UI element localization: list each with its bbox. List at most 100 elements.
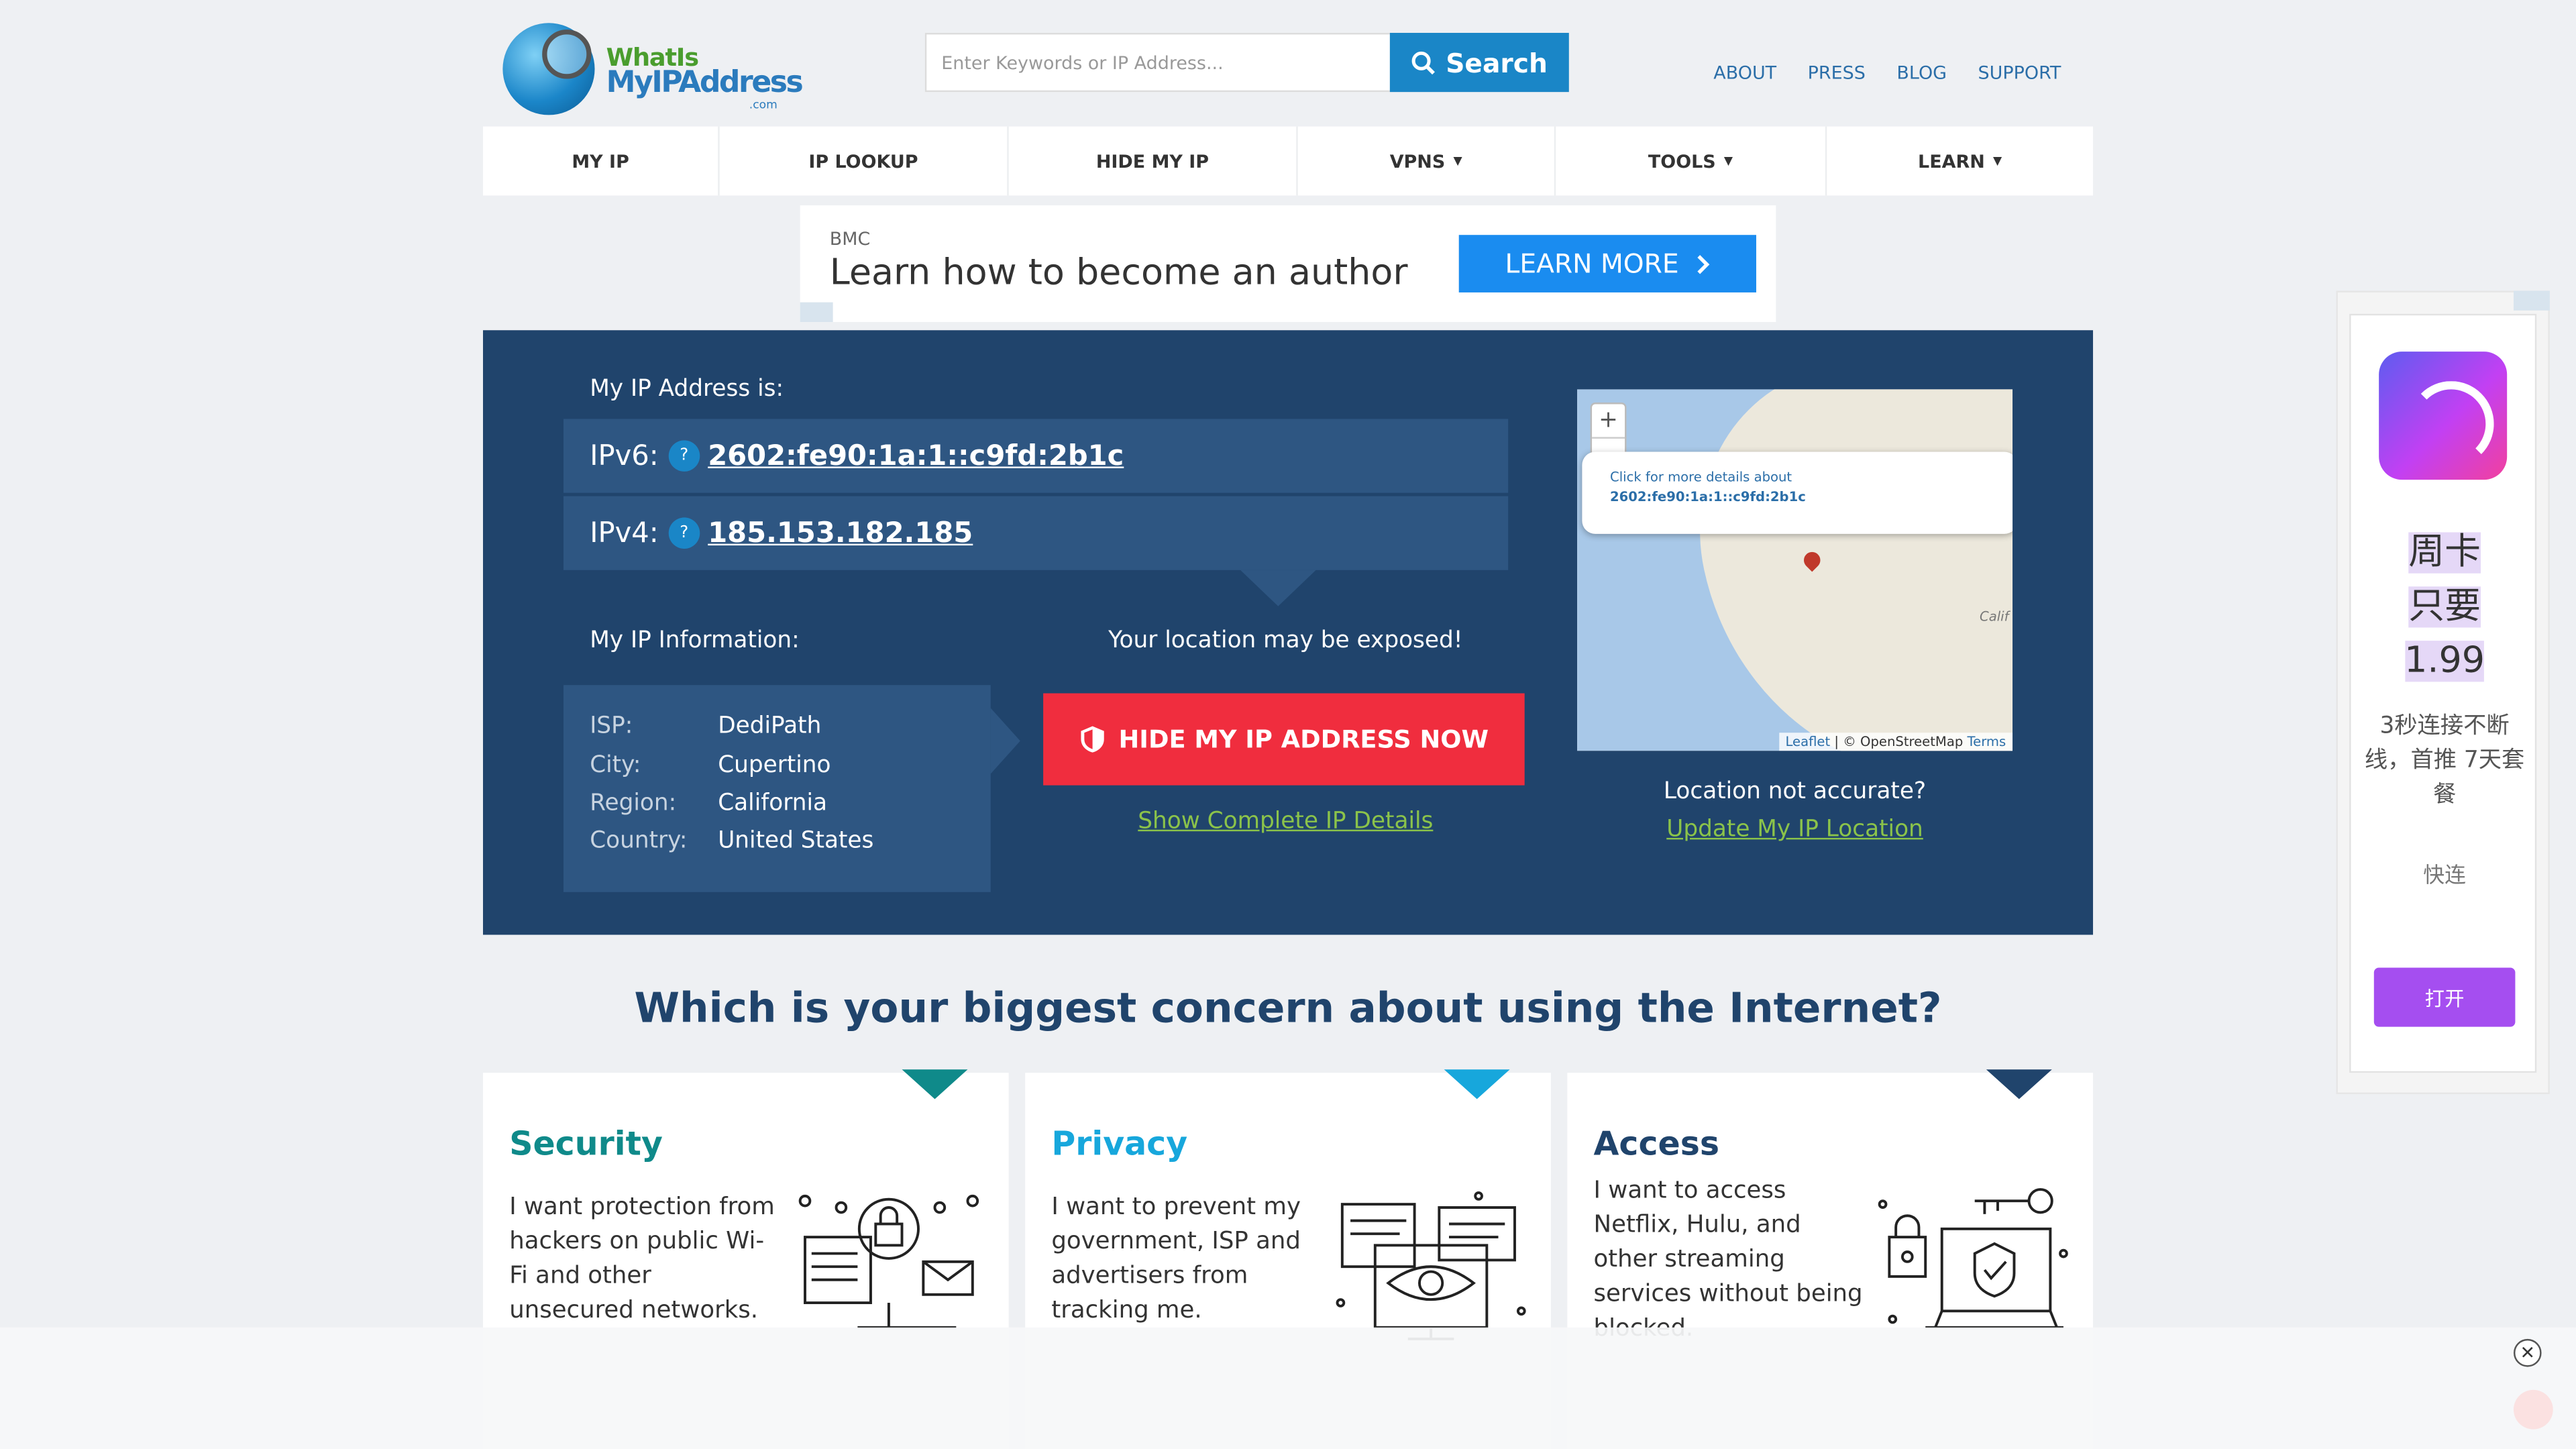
- popup-line2[interactable]: 2602:fe90:1a:1::c9fd:2b1c: [1610, 490, 1990, 504]
- card-body: I want to access Netflix, Hulu, and othe…: [1593, 1177, 1863, 1342]
- promo-line: 周卡: [2408, 532, 2481, 574]
- notification-icon[interactable]: [2513, 1389, 2553, 1430]
- bottom-ad-overlay: [0, 1327, 2576, 1449]
- caret-down-icon: ▼: [1993, 154, 2002, 168]
- link-about[interactable]: ABOUT: [1713, 62, 1776, 84]
- help-icon[interactable]: ?: [668, 517, 700, 549]
- ad-choices-icon[interactable]: [800, 302, 833, 323]
- site-logo[interactable]: WhatIs MyIPAddress .com: [502, 23, 804, 118]
- main-nav: MY IP IP LOOKUP HIDE MY IP VPNS ▼ TOOLS ▼ …: [483, 126, 2094, 196]
- caret-down-icon: ▼: [1453, 154, 1462, 168]
- info-key: Region:: [590, 790, 677, 817]
- nav-tools[interactable]: TOOLS ▼: [1556, 126, 1827, 196]
- show-details-link[interactable]: Show Complete IP Details: [1045, 808, 1527, 835]
- nav-label: LEARN: [1918, 150, 1985, 172]
- hide-my-ip-button[interactable]: HIDE MY IP ADDRESS NOW: [1043, 693, 1525, 786]
- popup-line1: Click for more details about: [1610, 470, 1792, 485]
- card-body: I want to prevent my government, ISP and…: [1051, 1194, 1301, 1324]
- update-location-link[interactable]: Update My IP Location: [1577, 816, 2012, 843]
- nav-label: IP LOOKUP: [808, 150, 918, 172]
- side-ad-promo: 周卡 只要 1.99: [2351, 526, 2538, 688]
- location-question: Location not accurate?: [1663, 778, 1927, 806]
- hide-button-label: HIDE MY IP ADDRESS NOW: [1118, 724, 1489, 755]
- info-key: ISP:: [590, 712, 633, 740]
- side-ad[interactable]: 周卡 只要 1.99 3秒连接不断线，首推 7天套餐 快连 打开: [2336, 290, 2550, 1095]
- info-value: Cupertino: [718, 752, 831, 779]
- search-button-label: Search: [1446, 46, 1548, 78]
- nav-label: HIDE MY IP: [1095, 150, 1210, 172]
- side-ad-brand: 快连: [2423, 864, 2466, 889]
- nav-vpns[interactable]: VPNS ▼: [1298, 126, 1556, 196]
- side-ad-open-button[interactable]: 打开: [2373, 967, 2516, 1027]
- nav-label: VPNS: [1389, 150, 1446, 172]
- info-city: City: Cupertino: [590, 753, 830, 779]
- ip-pointer-arrow: [1240, 570, 1316, 606]
- info-key: City:: [590, 752, 641, 779]
- card-pointer: [902, 1069, 968, 1099]
- side-ad-card: 周卡 只要 1.99 3秒连接不断线，首推 7天套餐 快连 打开: [2349, 313, 2538, 1073]
- zoom-in-button[interactable]: +: [1592, 404, 1625, 437]
- ad-cta-button[interactable]: LEARN MORE: [1458, 235, 1756, 292]
- card-title: Security: [509, 1124, 663, 1163]
- nav-ip-lookup[interactable]: IP LOOKUP: [720, 126, 1009, 196]
- top-links: ABOUT PRESS BLOG SUPPORT: [1713, 62, 2061, 84]
- link-support[interactable]: SUPPORT: [1978, 62, 2061, 84]
- ad-brand: BMC: [829, 228, 871, 250]
- my-ip-label: My IP Address is:: [590, 376, 784, 403]
- promo-line: 只要: [2408, 586, 2481, 628]
- globe-icon: [502, 23, 595, 115]
- info-value: California: [718, 790, 828, 817]
- help-icon[interactable]: ?: [668, 440, 700, 472]
- ipv6-label: IPv6:: [590, 439, 659, 473]
- terms-link[interactable]: Terms: [1968, 735, 2006, 749]
- ad-headline: Learn how to become an author: [829, 253, 1408, 294]
- nav-label: TOOLS: [1648, 150, 1716, 172]
- card-pointer: [1986, 1069, 2052, 1099]
- exposed-warning: Your location may be exposed!: [1108, 627, 1463, 654]
- card-title: Privacy: [1051, 1124, 1188, 1163]
- nav-label: MY IP: [572, 150, 629, 172]
- nav-my-ip[interactable]: MY IP: [483, 126, 720, 196]
- ad-choices-icon[interactable]: [2513, 290, 2550, 311]
- map-region-label: Calif: [1980, 609, 2009, 625]
- info-isp: ISP: DediPath: [590, 713, 821, 739]
- caret-down-icon: ▼: [1723, 154, 1733, 168]
- shield-icon: [1081, 726, 1104, 753]
- search-icon: [1411, 50, 1436, 74]
- link-blog[interactable]: BLOG: [1896, 62, 1947, 84]
- map-attribution: Leaflet | © OpenStreetMap Terms: [1778, 733, 2013, 751]
- card-title: Access: [1593, 1124, 1720, 1163]
- logo-suffix: .com: [749, 98, 777, 112]
- app-icon: [2379, 352, 2508, 480]
- ad-banner[interactable]: BMC Learn how to become an author LEARN …: [800, 205, 1776, 323]
- ipv4-label: IPv4:: [590, 517, 659, 550]
- leaflet-link[interactable]: Leaflet: [1785, 735, 1830, 749]
- map-popup[interactable]: Click for more details about 2602:fe90:1…: [1582, 451, 2013, 534]
- promo-line: 1.99: [2404, 641, 2485, 682]
- ip-hero-panel: My IP Address is: IPv6: ? 2602:fe90:1a:1…: [483, 330, 2094, 935]
- search-input[interactable]: Enter Keywords or IP Address...: [924, 32, 1392, 93]
- concern-title: Which is your biggest concern about usin…: [634, 983, 1942, 1032]
- ip-info-label: My IP Information:: [590, 627, 800, 654]
- ip-info-box: ISP: DediPath City: Cupertino Region: Calif…: [564, 685, 991, 892]
- info-pointer-arrow: [990, 708, 1020, 774]
- nav-hide-my-ip[interactable]: HIDE MY IP: [1009, 126, 1298, 196]
- side-ad-description: 3秒连接不断线，首推 7天套餐: [2364, 712, 2525, 808]
- ad-cta-label: LEARN MORE: [1505, 248, 1679, 280]
- osm-credit: © OpenStreetMap: [1843, 734, 1964, 749]
- link-press[interactable]: PRESS: [1808, 62, 1866, 84]
- chevron-right-icon: [1697, 254, 1710, 274]
- logo-text-line2: MyIPAddress: [606, 65, 804, 101]
- ipv6-value[interactable]: 2602:fe90:1a:1::c9fd:2b1c: [708, 439, 1124, 472]
- ipv4-row: IPv4: ? 185.153.182.185: [564, 496, 1509, 570]
- info-country: Country: United States: [590, 828, 873, 854]
- location-map[interactable]: + - Click for more details about 2602:fe…: [1577, 389, 2013, 751]
- search-button[interactable]: Search: [1389, 32, 1569, 93]
- info-value: DediPath: [718, 712, 822, 740]
- info-region: Region: California: [590, 790, 827, 816]
- ipv4-value[interactable]: 185.153.182.185: [708, 517, 973, 549]
- card-body: I want protection from hackers on public…: [509, 1194, 775, 1324]
- close-icon[interactable]: ✕: [2513, 1338, 2542, 1367]
- nav-learn[interactable]: LEARN ▼: [1827, 127, 2093, 196]
- ipv6-row: IPv6: ? 2602:fe90:1a:1::c9fd:2b1c: [564, 419, 1509, 493]
